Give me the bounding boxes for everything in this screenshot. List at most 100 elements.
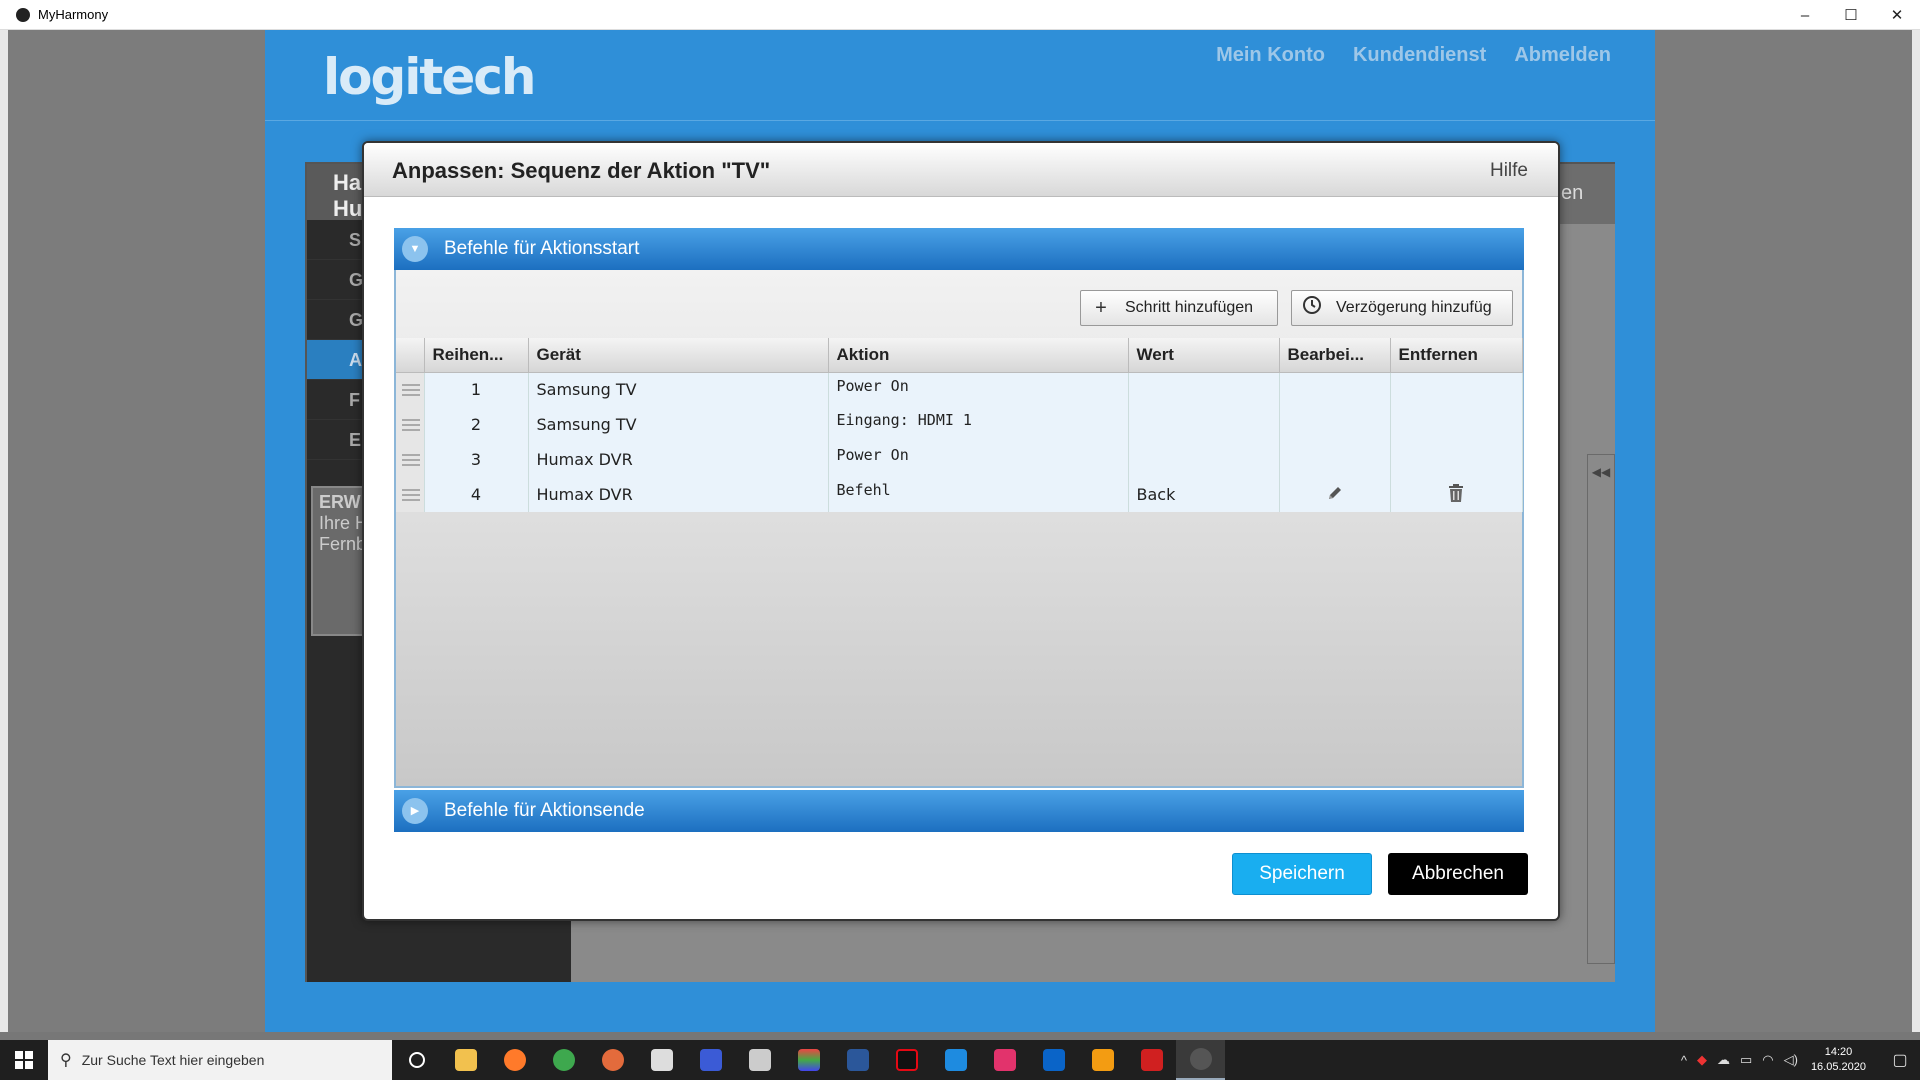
column-remove[interactable]: Entfernen (1390, 338, 1523, 373)
column-device[interactable]: Gerät (528, 338, 829, 373)
save-button[interactable]: Speichern (1232, 853, 1372, 895)
outlook-icon[interactable] (1029, 1040, 1078, 1080)
volume-icon[interactable]: ◁) (1784, 1052, 1798, 1068)
minimize-button[interactable]: – (1782, 0, 1828, 30)
table-row[interactable]: 3 Humax DVR Power On (396, 442, 1523, 477)
column-action[interactable]: Aktion (828, 338, 1129, 373)
plus-icon: + (1095, 296, 1107, 319)
cancel-button[interactable]: Abbrechen (1388, 853, 1528, 895)
column-handle (396, 338, 425, 373)
section-start-header[interactable]: ▼ Befehle für Aktionsstart (394, 228, 1524, 270)
chrome-icon[interactable] (539, 1040, 588, 1080)
close-button[interactable]: ✕ (1874, 0, 1920, 30)
taskbar-search[interactable]: ⚲ Zur Suche Text hier eingeben (48, 1040, 392, 1080)
row-value: Back (1128, 477, 1280, 512)
row-remove-cell (1390, 442, 1523, 477)
table-row[interactable]: 1 Samsung TV Power On (396, 372, 1523, 407)
calendar-icon[interactable] (931, 1040, 980, 1080)
system-tray: ^ ◆ ☁ ▭ ◠ ◁) 14:20 16.05.2020 ▢ (1676, 1040, 1920, 1080)
table-row[interactable]: 4 Humax DVR Befehl Back (396, 477, 1523, 512)
row-value (1128, 442, 1280, 477)
taskbar-clock[interactable]: 14:20 16.05.2020 (1811, 1045, 1866, 1075)
row-device: Humax DVR (528, 442, 829, 477)
myharmony-taskbar-icon[interactable] (1176, 1040, 1225, 1080)
clock-date: 16.05.2020 (1810, 1061, 1866, 1073)
help-link[interactable]: Hilfe (1490, 160, 1528, 182)
clock-icon (1300, 295, 1324, 321)
drag-handle-icon[interactable] (396, 477, 425, 512)
acrobat-tray-icon[interactable]: ◆ (1697, 1052, 1707, 1068)
sky-go-icon[interactable] (980, 1040, 1029, 1080)
word-icon[interactable] (833, 1040, 882, 1080)
section-end-header[interactable]: ▶ Befehle für Aktionsende (394, 790, 1524, 832)
nav-my-account[interactable]: Mein Konto (1216, 44, 1325, 67)
row-edit-cell (1279, 407, 1391, 442)
column-value[interactable]: Wert (1128, 338, 1280, 373)
double-chevron-left-icon: ◀◀ (1591, 465, 1611, 479)
header-divider (265, 120, 1655, 121)
drag-handle-icon[interactable] (396, 372, 425, 407)
row-device: Samsung TV (528, 372, 829, 407)
acrobat-icon[interactable] (1127, 1040, 1176, 1080)
row-device: Humax DVR (528, 477, 829, 512)
drag-handle-icon[interactable] (396, 407, 425, 442)
window-titlebar: MyHarmony – ☐ ✕ (0, 0, 1920, 30)
store-icon[interactable] (637, 1040, 686, 1080)
add-step-label: Schritt hinzufügen (1125, 299, 1254, 316)
row-edit-cell (1279, 372, 1391, 407)
netflix-icon[interactable] (882, 1040, 931, 1080)
row-action: Power On (828, 372, 1129, 407)
task-view-icon[interactable] (392, 1040, 441, 1080)
row-remove-cell (1390, 372, 1523, 407)
column-order[interactable]: Reihen... (424, 338, 529, 373)
notification-icon[interactable]: ▢ (1880, 1050, 1920, 1070)
sequence-dialog: Anpassen: Sequenz der Aktion "TV" Hilfe … (362, 141, 1560, 921)
taskbar-apps (392, 1040, 1225, 1080)
media-icon[interactable] (784, 1040, 833, 1080)
clock-time: 14:20 (1824, 1046, 1853, 1058)
firefox-icon[interactable] (490, 1040, 539, 1080)
windows-icon (15, 1051, 33, 1069)
background-tab: en (1555, 164, 1615, 224)
sequence-table: Reihen... Gerät Aktion Wert Bearbei... E… (396, 338, 1523, 512)
edit-button[interactable] (1279, 477, 1391, 512)
cloud-icon[interactable]: ☁ (1717, 1052, 1730, 1068)
add-delay-button[interactable]: Verzögerung hinzufüg (1291, 290, 1513, 326)
table-row[interactable]: 2 Samsung TV Eingang: HDMI 1 (396, 407, 1523, 442)
wifi-icon[interactable]: ◠ (1762, 1052, 1773, 1068)
trash-icon (1449, 483, 1463, 502)
row-edit-cell (1279, 442, 1391, 477)
nav-logout[interactable]: Abmelden (1514, 44, 1611, 67)
add-step-button[interactable]: + Schritt hinzufügen (1080, 290, 1278, 326)
section-start-title: Befehle für Aktionsstart (444, 238, 640, 259)
chevron-right-icon[interactable]: ▶ (402, 798, 428, 824)
explorer-icon[interactable] (441, 1040, 490, 1080)
row-action: Power On (828, 442, 1129, 477)
add-delay-label: Verzögerung hinzufüg (1336, 299, 1492, 316)
remove-button[interactable] (1390, 477, 1523, 512)
drag-handle-icon[interactable] (396, 442, 425, 477)
dialog-header: Anpassen: Sequenz der Aktion "TV" Hilfe (364, 143, 1558, 197)
section-start-body: + Schritt hinzufügen Verzögerung hinzufü… (394, 270, 1524, 788)
nav-support[interactable]: Kundendienst (1353, 44, 1486, 67)
chevron-up-icon[interactable]: ^ (1681, 1053, 1687, 1068)
save-app-icon[interactable] (686, 1040, 735, 1080)
player-icon[interactable] (1078, 1040, 1127, 1080)
desktop-edge-right (1912, 30, 1920, 1032)
top-navigation: Mein Konto Kundendienst Abmelden (1216, 44, 1611, 67)
windows-taskbar: ⚲ Zur Suche Text hier eingeben ^ ◆ ☁ ▭ ◠… (0, 1040, 1920, 1080)
chevron-down-icon[interactable]: ▼ (402, 236, 428, 262)
logitech-logo: logitech (323, 48, 536, 106)
desktop-edge-left (0, 30, 8, 1032)
start-button[interactable] (0, 1040, 48, 1080)
maximize-button[interactable]: ☐ (1828, 0, 1874, 30)
battery-icon[interactable]: ▭ (1740, 1052, 1752, 1068)
search-placeholder: Zur Suche Text hier eingeben (81, 1052, 265, 1068)
window-title: MyHarmony (38, 7, 109, 22)
row-value (1128, 407, 1280, 442)
browser-icon[interactable] (588, 1040, 637, 1080)
column-edit[interactable]: Bearbei... (1279, 338, 1391, 373)
row-device: Samsung TV (528, 407, 829, 442)
calculator-icon[interactable] (735, 1040, 784, 1080)
row-action: Befehl (828, 477, 1129, 512)
